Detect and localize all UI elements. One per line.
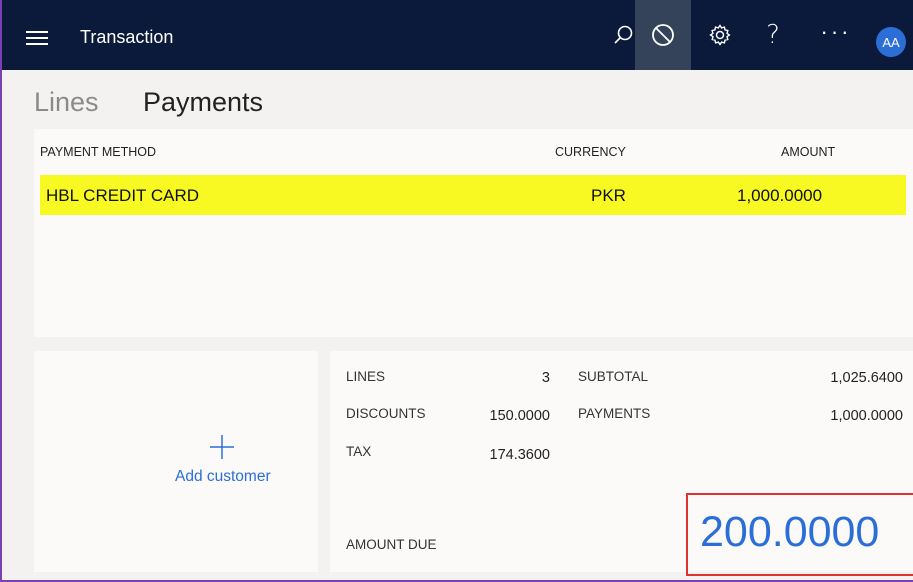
settings-button[interactable] <box>692 0 748 70</box>
column-header-payment-method[interactable]: PAYMENT METHOD <box>40 145 156 159</box>
discounts-label: DISCOUNTS <box>346 406 426 421</box>
tab-payments[interactable]: Payments <box>143 87 263 118</box>
add-customer-link[interactable]: Add customer <box>175 468 271 486</box>
lines-label: LINES <box>346 369 386 384</box>
tax-label: TAX <box>346 444 372 459</box>
subtotal-value: 1,025.6400 <box>830 370 903 386</box>
column-header-amount[interactable]: AMOUNT <box>781 145 835 159</box>
block-icon <box>651 23 675 47</box>
page-title: Transaction <box>80 27 174 47</box>
search-icon <box>613 24 635 46</box>
currency-cell: PKR <box>591 186 626 205</box>
subtotal-label: SUBTOTAL <box>578 369 649 384</box>
ellipsis-icon: ··· <box>820 19 852 44</box>
column-header-currency[interactable]: CURRENCY <box>555 145 626 159</box>
amount-due-value: 200.0000 <box>700 508 880 556</box>
hamburger-menu-icon[interactable] <box>26 31 48 49</box>
gear-icon <box>708 23 732 47</box>
lines-value: 3 <box>541 370 550 386</box>
payments-label: PAYMENTS <box>578 406 651 421</box>
customer-panel <box>34 351 318 572</box>
tab-lines[interactable]: Lines <box>34 87 99 118</box>
avatar[interactable]: AA <box>876 27 906 57</box>
tax-value: 174.3600 <box>489 447 550 463</box>
more-options-button[interactable]: ··· <box>808 0 864 70</box>
discounts-value: 150.0000 <box>489 408 550 424</box>
help-icon: ? <box>766 20 780 50</box>
amount-due-label: AMOUNT DUE <box>346 537 437 552</box>
add-customer-plus-icon[interactable] <box>207 432 237 462</box>
payments-table <box>34 129 913 337</box>
block-button[interactable] <box>635 0 691 70</box>
top-bar: Transaction ? ··· AA <box>0 0 913 70</box>
amount-cell: 1,000.0000 <box>737 186 823 205</box>
help-button[interactable]: ? <box>745 0 801 70</box>
payment-method-cell: HBL CREDIT CARD <box>46 186 200 205</box>
payments-value: 1,000.0000 <box>830 408 903 424</box>
